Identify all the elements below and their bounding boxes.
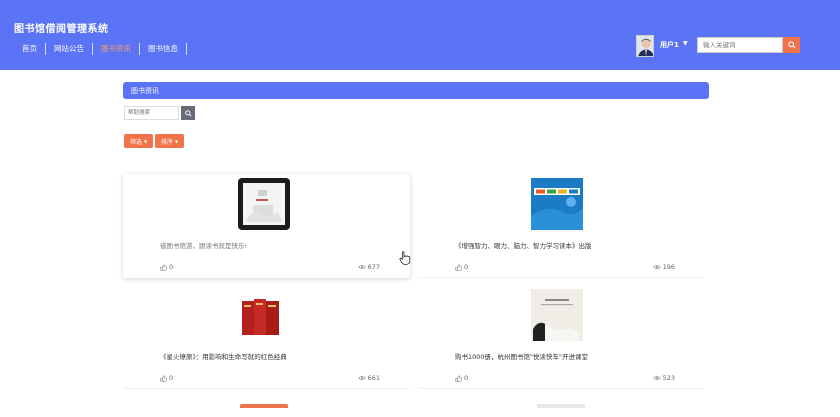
thumbs-up-icon (455, 263, 462, 271)
eye-icon (357, 376, 366, 380)
view-count-value: 196 (662, 263, 675, 271)
header-search-button[interactable] (783, 37, 800, 53)
eye-icon (652, 376, 661, 380)
news-thumbnail (236, 289, 288, 341)
sort-button[interactable]: 排序 ▼ (155, 134, 184, 148)
nav-announcements[interactable]: 网站公告 (46, 43, 93, 55)
thumbs-up-icon (455, 374, 462, 382)
view-count: 661 (357, 374, 380, 382)
site-title: 图书馆借阅管理系统 (14, 24, 109, 35)
news-card[interactable]: 借图书馆游，跟读书就是快乐! 0 677 (123, 174, 410, 278)
like-count[interactable]: 0 (160, 263, 173, 271)
filter-button-label: 筛选 (129, 138, 142, 146)
news-thumbnail (531, 178, 583, 230)
news-card[interactable]: 购书1000册，杭州图书馆"悦读快车"开进课堂 0 523 (418, 285, 705, 389)
news-title: 借图书馆游，跟读书就是快乐! (160, 242, 248, 250)
nav-book-news[interactable]: 图书资讯 (93, 43, 140, 55)
view-count-value: 677 (367, 263, 380, 271)
view-count-value: 661 (367, 374, 380, 382)
like-count-value: 0 (464, 374, 469, 382)
section-title: 图书资讯 (131, 87, 159, 95)
view-count: 523 (652, 374, 675, 382)
like-count-value: 0 (169, 263, 174, 271)
like-count[interactable]: 0 (455, 374, 468, 382)
news-title: 《星火燎原》：用影响和生命写就的红色经典 (160, 353, 287, 361)
news-card[interactable]: 《增强智力、眼力、脑力、智力学习读本》出版 0 196 (418, 174, 705, 278)
thumbs-up-icon (160, 374, 167, 382)
news-search-button[interactable] (181, 106, 195, 120)
news-thumbnail (531, 289, 583, 341)
sort-button-label: 排序 (160, 138, 173, 146)
view-count-value: 523 (662, 374, 675, 382)
header-search-input[interactable] (697, 37, 783, 53)
thumbs-up-icon (160, 263, 167, 271)
search-icon (787, 41, 796, 49)
section-header-bar: 图书资讯 (123, 82, 709, 99)
next-row-thumbnail (537, 404, 585, 408)
nav-home[interactable]: 首页 (14, 43, 46, 55)
news-card[interactable]: 《星火燎原》：用影响和生命写就的红色经典 0 661 (123, 285, 410, 389)
caret-down-icon: ▼ (143, 138, 148, 144)
hand-cursor-icon (399, 250, 411, 265)
eye-icon (652, 265, 661, 269)
chevron-down-icon[interactable]: ▼ (683, 40, 688, 47)
like-count-value: 0 (169, 374, 174, 382)
view-count: 196 (652, 263, 675, 271)
top-header: 图书馆借阅管理系统 首页 网站公告 图书资讯 图书信息 用户1 ▼ (0, 0, 840, 70)
caret-down-icon: ▼ (174, 138, 179, 144)
eye-icon (357, 265, 366, 269)
news-title: 购书1000册，杭州图书馆"悦读快车"开进课堂 (455, 353, 589, 361)
news-search-input[interactable] (124, 106, 179, 120)
news-title: 《增强智力、眼力、脑力、智力学习读本》出版 (455, 242, 592, 250)
avatar[interactable] (636, 35, 654, 57)
like-count[interactable]: 0 (160, 374, 173, 382)
news-thumbnail (238, 178, 290, 230)
next-row-thumbnail (240, 404, 288, 408)
like-count-value: 0 (464, 263, 469, 271)
main-nav: 首页 网站公告 图书资讯 图书信息 (14, 43, 187, 55)
like-count[interactable]: 0 (455, 263, 468, 271)
filter-button[interactable]: 筛选 ▼ (124, 134, 153, 148)
search-icon (184, 109, 192, 117)
username[interactable]: 用户1 (660, 40, 679, 50)
nav-book-info[interactable]: 图书信息 (140, 43, 187, 55)
view-count: 677 (357, 263, 380, 271)
